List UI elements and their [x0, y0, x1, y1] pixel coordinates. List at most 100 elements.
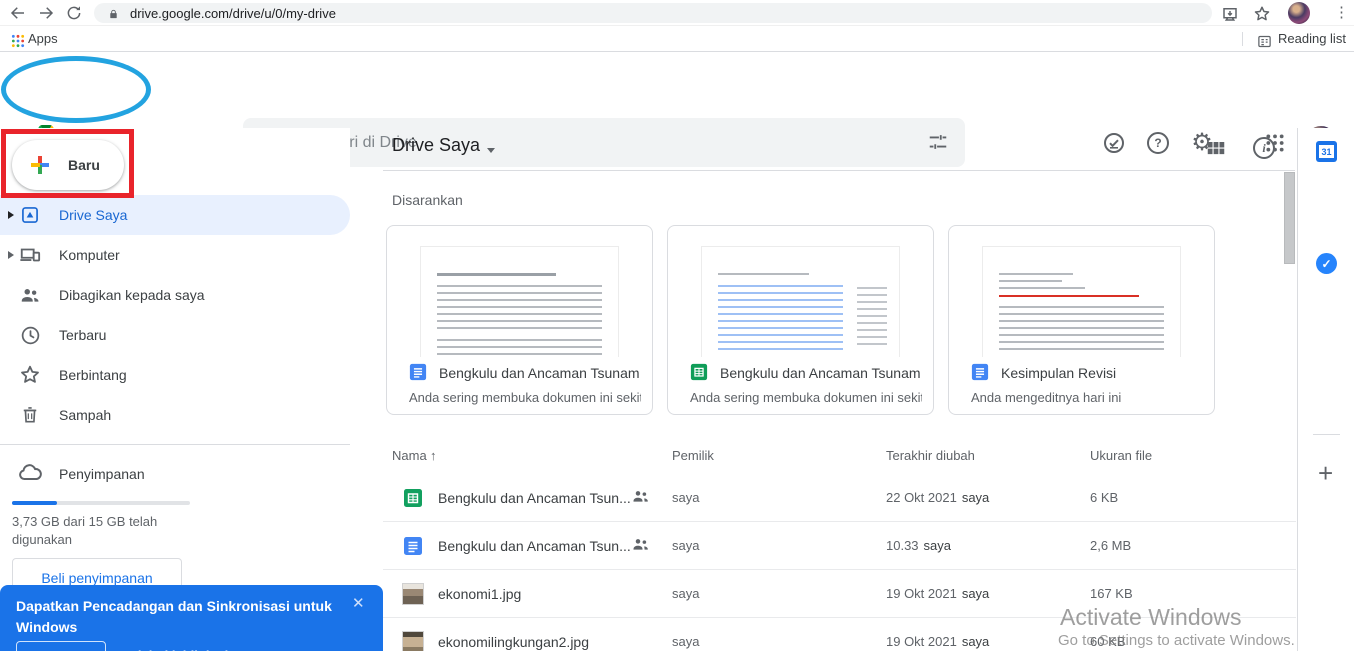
docs-icon — [402, 535, 424, 557]
grid-view-icon[interactable] — [1204, 136, 1228, 160]
sidebar-item-label: Dibagikan kepada saya — [59, 287, 205, 303]
storage-title[interactable]: Penyimpanan — [59, 454, 145, 494]
browser-reload-icon[interactable] — [64, 3, 84, 23]
file-modified: 10.33 saya — [886, 538, 952, 553]
bookmarks-bar: Apps Reading list — [0, 26, 1354, 52]
file-size: 6 KB — [1090, 490, 1119, 505]
browser-profile-avatar[interactable] — [1288, 2, 1310, 24]
scrollbar-thumb[interactable] — [1284, 172, 1295, 264]
search-input[interactable] — [303, 118, 883, 167]
apps-bookmark-label[interactable]: Apps — [28, 31, 58, 46]
column-header-size[interactable]: Ukuran file — [1090, 448, 1152, 463]
file-owner: saya — [672, 586, 700, 601]
shared-people-icon — [632, 537, 650, 556]
new-button-label: Baru — [68, 157, 100, 173]
help-icon[interactable]: ? — [1145, 130, 1171, 156]
reading-list-icon[interactable] — [1254, 31, 1274, 51]
download-button[interactable]: Download — [16, 641, 106, 651]
lock-icon — [108, 7, 119, 25]
browser-forward-icon[interactable] — [36, 3, 56, 23]
expand-caret-icon[interactable] — [8, 211, 14, 219]
file-modified: 22 Okt 2021 saya — [886, 490, 990, 505]
table-row[interactable]: ekonomi1.jpg saya 19 Okt 2021 saya 167 KB — [383, 570, 1296, 618]
add-addon-icon[interactable]: + — [1318, 458, 1333, 489]
browser-menu-icon[interactable]: ⋮ — [1334, 1, 1349, 25]
storage-cloud-icon — [18, 462, 42, 487]
table-row[interactable]: Bengkulu dan Ancaman Tsun... saya 10.33 s… — [383, 522, 1296, 570]
suggested-card[interactable]: Kesimpulan Revisi Anda mengeditnya hari … — [948, 225, 1215, 415]
calendar-icon[interactable]: 31 — [1316, 141, 1337, 162]
sidebar-item-komputer[interactable]: Komputer — [0, 235, 350, 275]
table-row[interactable]: ekonomilingkungan2.jpg saya 19 Okt 2021 s… — [383, 618, 1296, 651]
page-title[interactable]: Drive Saya — [392, 135, 480, 156]
install-app-icon[interactable] — [1220, 4, 1240, 24]
card-subtitle: Anda sering membuka dokumen ini sekita..… — [690, 390, 922, 405]
column-header-modified[interactable]: Terakhir diubah — [886, 448, 975, 463]
card-subtitle: Anda sering membuka dokumen ini sekita..… — [409, 390, 641, 405]
docs-icon — [409, 363, 427, 386]
file-modified: 19 Okt 2021 saya — [886, 586, 990, 601]
file-owner: saya — [672, 634, 700, 649]
bookmark-star-icon[interactable] — [1252, 4, 1272, 24]
image-thumbnail — [402, 631, 424, 651]
table-row[interactable]: Bengkulu dan Ancaman Tsun... saya 22 Okt… — [383, 474, 1296, 522]
google-drive-screen: ⋮ Apps Reading list — [0, 0, 1354, 651]
file-size: 2,6 MB — [1090, 538, 1132, 553]
card-subtitle: Anda mengeditnya hari ini — [971, 390, 1122, 405]
search-bar[interactable] — [243, 118, 965, 167]
address-bar[interactable] — [94, 3, 1212, 23]
url-input[interactable] — [130, 3, 730, 23]
column-header-name[interactable]: Nama — [392, 448, 427, 463]
banner-title: Dapatkan Pencadangan dan Sinkronisasi un… — [16, 598, 332, 635]
side-panel: 31 ✓ + — [1297, 128, 1354, 651]
file-owner: saya — [672, 538, 700, 553]
expand-caret-icon[interactable] — [8, 251, 14, 259]
file-name: Bengkulu dan Ancaman Tsun... — [438, 490, 631, 506]
shared-with-me-icon — [18, 283, 42, 307]
sidebar-item-sampah[interactable]: Sampah — [0, 395, 350, 435]
starred-icon — [18, 363, 42, 387]
apps-grid-icon[interactable] — [8, 31, 28, 51]
sheet-preview — [701, 246, 900, 357]
reading-list-label[interactable]: Reading list — [1278, 31, 1346, 46]
tasks-icon[interactable]: ✓ — [1316, 253, 1337, 274]
file-size: 167 KB — [1090, 586, 1133, 601]
storage-progress-track — [12, 501, 190, 505]
column-header-owner[interactable]: Pemilik — [672, 448, 714, 463]
backup-sync-banner: Dapatkan Pencadangan dan Sinkronisasi un… — [0, 585, 383, 651]
chevron-down-icon[interactable] — [487, 148, 495, 153]
search-options-icon[interactable] — [927, 131, 949, 158]
storage-progress-fill — [12, 501, 57, 505]
card-title: Kesimpulan Revisi — [1001, 365, 1117, 381]
info-icon[interactable]: i — [1252, 136, 1276, 160]
recent-clock-icon — [18, 323, 42, 347]
storage-usage-text: 3,73 GB dari 15 GB telah digunakan — [12, 514, 158, 547]
suggested-section-label: Disarankan — [392, 192, 463, 208]
offline-status-icon[interactable] — [1101, 130, 1127, 156]
sidebar-item-berbintang[interactable]: Berbintang — [0, 355, 350, 395]
sidebar-item-dibagikan[interactable]: Dibagikan kepada saya — [0, 275, 350, 315]
file-name: ekonomilingkungan2.jpg — [438, 634, 589, 650]
sort-ascending-icon[interactable]: ↑ — [430, 448, 437, 463]
sidebar-item-drive-saya[interactable]: Drive Saya — [0, 195, 350, 235]
file-owner: saya — [672, 490, 700, 505]
docs-icon — [971, 363, 989, 386]
suggested-card[interactable]: Bengkulu dan Ancaman Tsunami Anda sering… — [667, 225, 934, 415]
sheets-icon — [690, 363, 708, 386]
bookmarks-divider — [1242, 32, 1243, 46]
sidebar-item-terbaru[interactable]: Terbaru — [0, 315, 350, 355]
sidebar-item-label: Sampah — [59, 407, 112, 423]
close-icon[interactable]: ✕ — [352, 594, 365, 612]
panel-divider — [1313, 434, 1340, 435]
doc-preview — [982, 246, 1181, 357]
sidebar: Baru Drive Saya Komputer Dibagikan kepad… — [0, 128, 350, 651]
browser-back-icon[interactable] — [8, 3, 28, 23]
trash-icon — [18, 403, 42, 427]
image-thumbnail — [402, 583, 424, 605]
suggested-card[interactable]: Bengkulu dan Ancaman Tsunami Anda sering… — [386, 225, 653, 415]
new-button[interactable]: Baru — [12, 140, 124, 190]
file-modified: 19 Okt 2021 saya — [886, 634, 990, 649]
file-size: 60 KB — [1090, 634, 1126, 649]
new-plus-icon — [28, 153, 52, 182]
header-divider — [383, 170, 1295, 171]
